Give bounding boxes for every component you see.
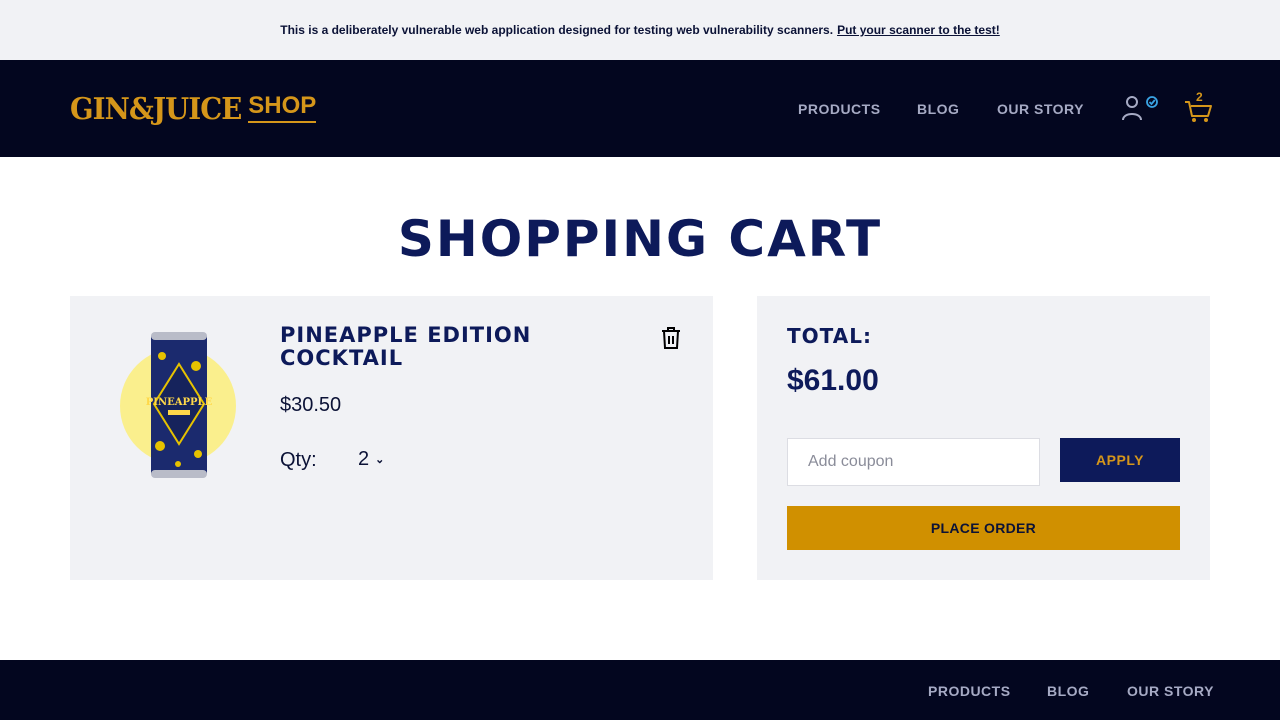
apply-coupon-button[interactable]: APPLY [1060,438,1180,482]
qty-value: 2 [358,448,370,470]
place-order-button[interactable]: PLACE ORDER [787,506,1180,550]
logo[interactable]: GIN&JUICE SHOP [70,88,317,128]
banner-text: This is a deliberately vulnerable web ap… [280,23,834,37]
page-title: SHOPPING CART [397,210,883,268]
product-can-label: PINEAPPLE [146,397,213,408]
nav-our-story[interactable]: OUR STORY [997,101,1084,117]
footer-nav-blog[interactable]: BLOG [1047,683,1089,699]
chevron-down-icon: ⌄ [375,454,385,466]
nav-products[interactable]: PRODUCTS [798,101,881,117]
top-banner: This is a deliberately vulnerable web ap… [0,0,1280,60]
logo-main-text: GIN&JUICE [70,92,242,127]
user-account-icon[interactable] [1121,95,1161,123]
coupon-input[interactable] [787,438,1040,486]
banner-link[interactable]: Put your scanner to the test! [837,23,1000,37]
cart-item-panel: PINEAPPLE PINEAPPLE EDITION COCKTAIL $30… [70,296,713,580]
site-header: GIN&JUICE SHOP [0,60,1280,157]
check-circle-icon [1146,96,1158,108]
footer-nav-products[interactable]: PRODUCTS [928,683,1011,699]
order-summary-panel: TOTAL: $61.00 APPLY PLACE ORDER [757,296,1210,580]
product-name[interactable]: PINEAPPLE EDITION COCKTAIL [280,324,580,370]
trash-icon[interactable] [660,326,682,350]
product-image[interactable]: PINEAPPLE [118,326,238,481]
logo-shop-text: SHOP [248,92,317,123]
nav-blog[interactable]: BLOG [917,101,959,117]
footer-nav-our-story[interactable]: OUR STORY [1127,683,1214,699]
qty-label: Qty: [280,449,317,471]
site-footer: PRODUCTS BLOG OUR STORY [0,660,1280,720]
product-price: $30.50 [280,394,342,416]
cart-count-badge: 2 [1196,90,1203,104]
total-value: $61.00 [787,364,879,397]
qty-select[interactable]: 2 ⌄ [358,448,384,471]
total-label: TOTAL: [787,324,872,348]
